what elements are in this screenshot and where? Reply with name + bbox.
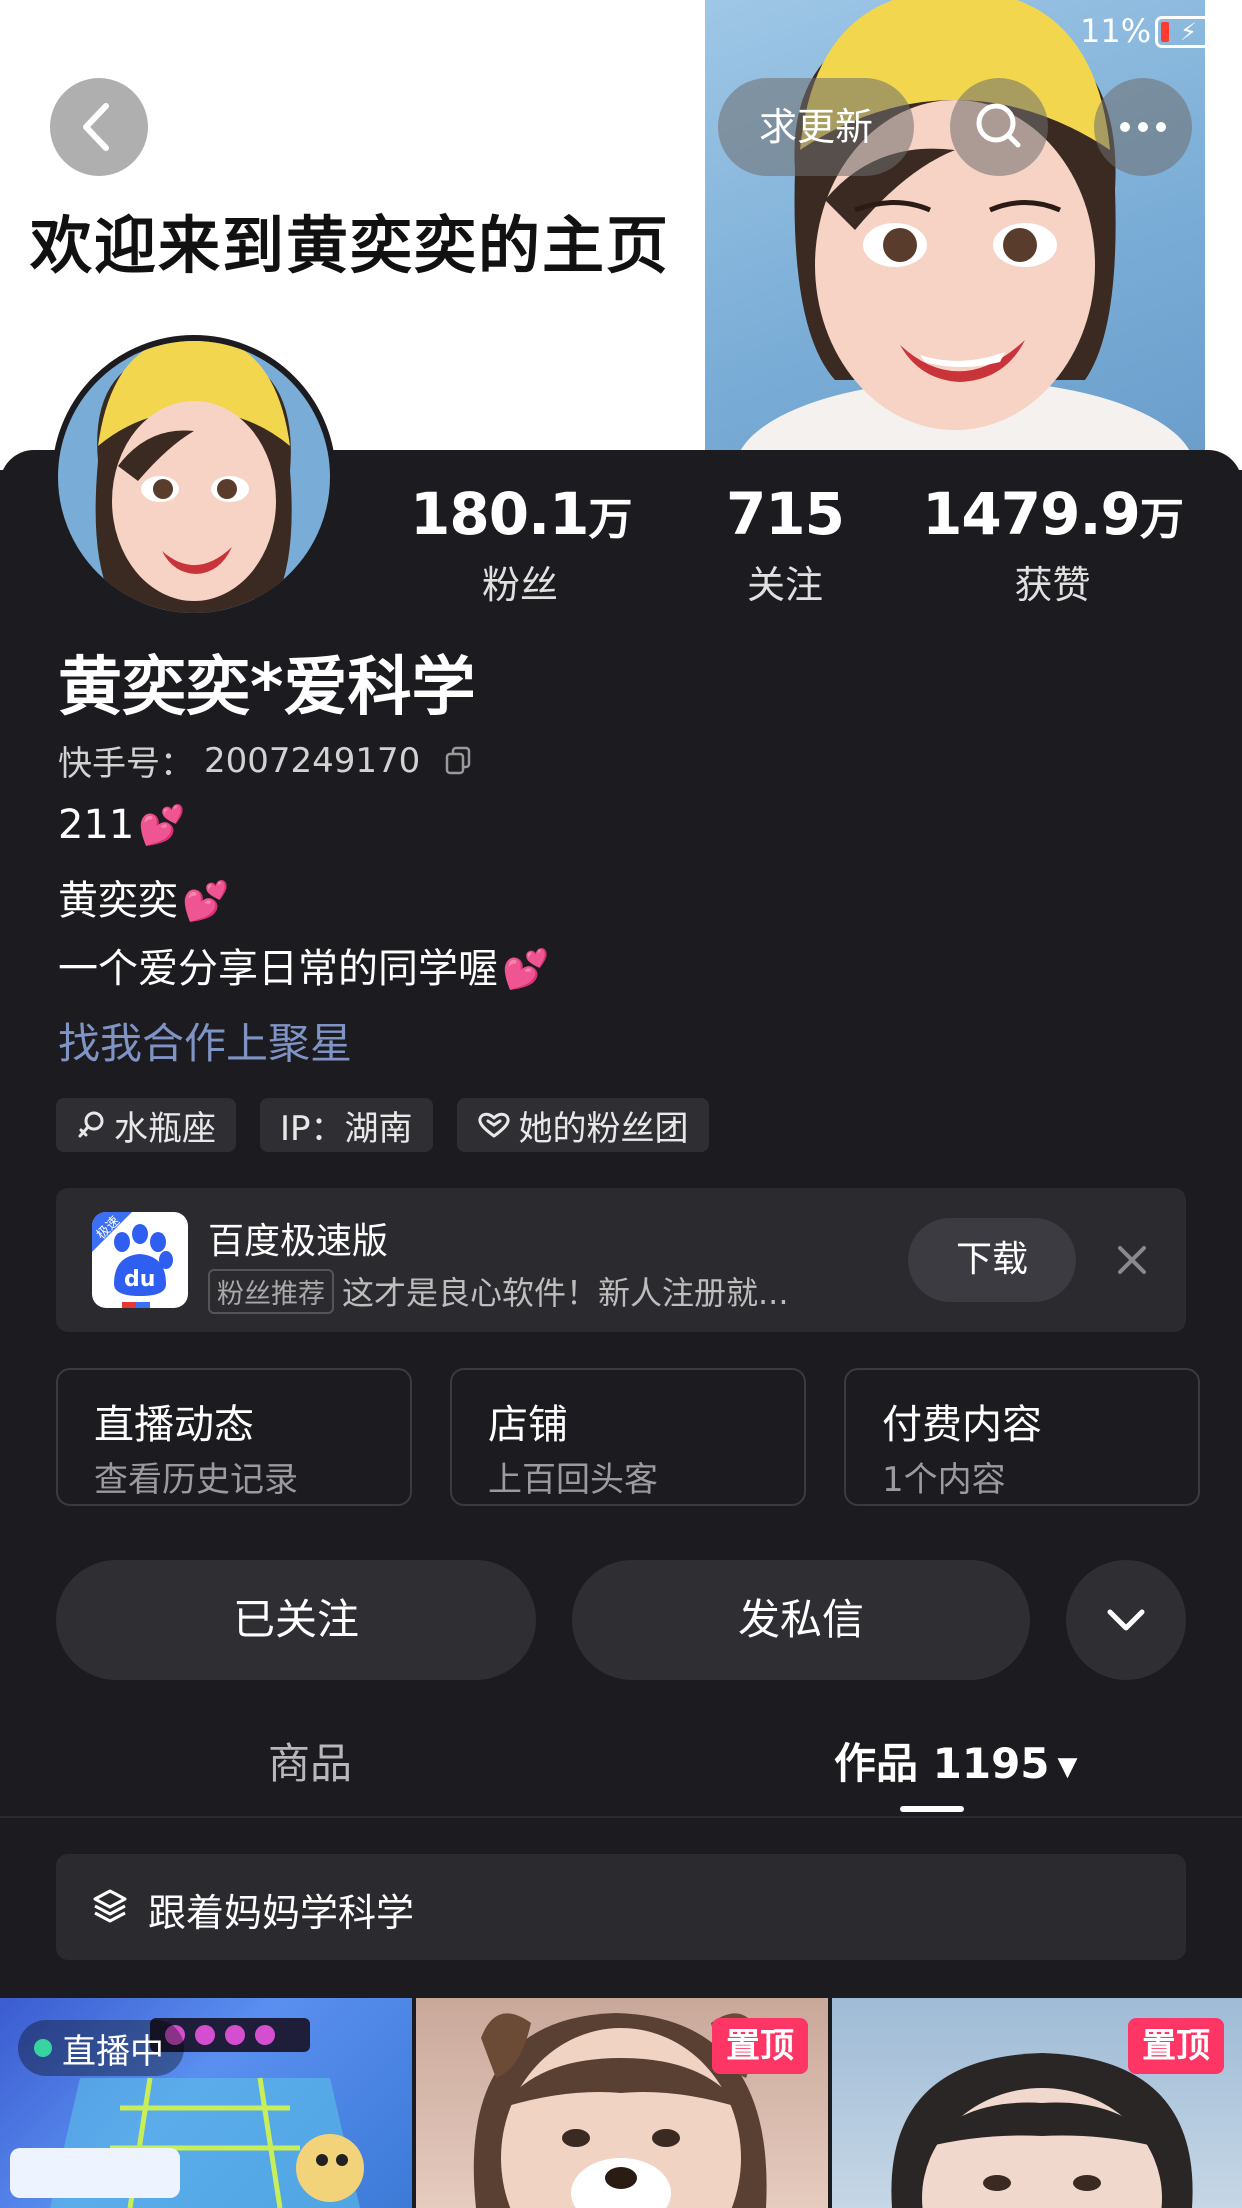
cellular-signal-icon xyxy=(20,18,60,44)
tag-ip-location: IP：湖南 xyxy=(260,1098,433,1152)
divider xyxy=(0,1816,1242,1818)
live-badge-label: 直播中 xyxy=(62,2031,164,2072)
ad-description: 粉丝推荐 这才是良心软件！新人注册就... xyxy=(208,1268,789,1314)
tab-works-label: 作品 1195 xyxy=(834,1739,1050,1788)
video-thumbnail-live[interactable]: 直播中 xyxy=(0,1998,412,2208)
status-bar: 中国移动 22:26 11% ⚡ xyxy=(0,0,1242,62)
likes-count: 1479.9 xyxy=(922,480,1141,548)
cooperation-link[interactable]: 找我合作上聚星 xyxy=(58,1010,352,1071)
cover-banner-text: 欢迎来到黄奕奕的主页 xyxy=(30,209,671,282)
caret-down-icon[interactable]: ▼ xyxy=(1058,1752,1078,1782)
fans-count: 180.1 xyxy=(410,480,589,548)
search-button[interactable] xyxy=(950,78,1048,176)
heart-outline-icon xyxy=(477,1112,510,1138)
tag-label: 她的粉丝团 xyxy=(518,1108,689,1149)
bio-line: 211 💕 xyxy=(58,802,186,848)
battery-icon: ⚡ xyxy=(1155,16,1226,48)
following-count: 715 xyxy=(725,480,845,548)
heart-emoji-icon: 💕 xyxy=(502,947,550,991)
stat-likes[interactable]: 1479.9万 获赞 xyxy=(920,480,1185,609)
tag-zodiac[interactable]: 水瓶座 xyxy=(56,1098,236,1152)
cover-portrait-image xyxy=(705,0,1205,470)
expand-recommendations-button[interactable] xyxy=(1066,1560,1186,1680)
profile-tags: 水瓶座 IP：湖南 她的粉丝团 xyxy=(56,1098,709,1152)
bio-text: 211 xyxy=(58,802,135,848)
tab-active-indicator xyxy=(900,1806,964,1812)
video-thumbnail-pinned[interactable]: 置顶 xyxy=(832,1998,1242,2208)
pinned-badge: 置顶 xyxy=(712,2018,808,2074)
tag-label: 水瓶座 xyxy=(114,1108,216,1149)
send-message-button[interactable]: 发私信 xyxy=(572,1560,1030,1680)
layers-icon xyxy=(93,1889,127,1923)
aquarius-icon xyxy=(78,1111,104,1138)
feature-live-history[interactable]: 直播动态 查看历史记录 xyxy=(56,1368,412,1506)
download-button[interactable]: 下载 xyxy=(908,1218,1076,1302)
tab-goods[interactable]: 商品 xyxy=(268,1730,352,1791)
ad-badge: 粉丝推荐 xyxy=(208,1268,334,1314)
bio-text: 黄奕奕 xyxy=(58,878,178,924)
ad-card[interactable]: 极速 du 百度极速版 粉丝推荐 这才是良心软件！新人注册就... 下载 xyxy=(56,1188,1186,1332)
baidu-app-logo: 极速 du xyxy=(92,1212,188,1308)
stat-following[interactable]: 715 关注 xyxy=(700,480,870,609)
feature-title: 直播动态 xyxy=(94,1402,254,1448)
tab-works[interactable]: 作品 1195 ▼ xyxy=(834,1730,1078,1791)
heart-emoji-icon: 💕 xyxy=(182,879,230,923)
more-options-button[interactable] xyxy=(1094,78,1192,176)
clock-time: 22:26 xyxy=(570,10,679,50)
followed-button[interactable]: 已关注 xyxy=(56,1560,536,1680)
ad-text: 这才是良心软件！新人注册就... xyxy=(342,1274,789,1312)
pinned-badge: 置顶 xyxy=(1128,2018,1224,2074)
feature-paid-content[interactable]: 付费内容 1个内容 xyxy=(844,1368,1200,1506)
tag-fan-club[interactable]: 她的粉丝团 xyxy=(456,1098,709,1152)
feature-subtitle: 1个内容 xyxy=(882,1460,1006,1500)
likes-label: 获赞 xyxy=(1014,563,1091,607)
back-button[interactable] xyxy=(50,78,148,176)
feature-title: 付费内容 xyxy=(882,1402,1042,1448)
tag-label: IP：湖南 xyxy=(280,1108,413,1149)
user-id: 快手号： 2007249170 xyxy=(58,736,472,785)
bio-text: 一个爱分享日常的同学喔 xyxy=(58,946,498,992)
live-badge: 直播中 xyxy=(18,2020,184,2076)
copy-icon[interactable] xyxy=(444,746,472,776)
ad-title: 百度极速版 xyxy=(208,1221,389,1262)
feature-subtitle: 查看历史记录 xyxy=(94,1460,298,1500)
live-dot-icon xyxy=(34,2039,52,2057)
video-thumbnail-pinned[interactable]: 置顶 xyxy=(416,1998,828,2208)
likes-unit: 万 xyxy=(1139,494,1184,545)
more-dots-icon xyxy=(1120,122,1166,132)
feature-shop[interactable]: 店铺 上百回头客 xyxy=(450,1368,806,1506)
carrier-name: 中国移动 xyxy=(85,18,214,56)
bio-line: 黄奕奕 💕 xyxy=(58,868,229,926)
collection-label: 跟着妈妈学科学 xyxy=(148,1891,415,1935)
collection-bar[interactable]: 跟着妈妈学科学 xyxy=(56,1854,1186,1960)
fans-label: 粉丝 xyxy=(481,563,558,607)
bio-line: 一个爱分享日常的同学喔 💕 xyxy=(58,936,549,994)
chevron-down-icon xyxy=(1107,1609,1145,1631)
battery-percent: 11% xyxy=(1080,12,1152,50)
request-update-button[interactable]: 求更新 xyxy=(718,78,914,176)
wifi-icon xyxy=(246,14,290,45)
search-icon xyxy=(976,103,1021,148)
user-id-label: 快手号： xyxy=(58,744,194,784)
feature-subtitle: 上百回头客 xyxy=(488,1460,658,1500)
heart-emoji-icon: 💕 xyxy=(138,803,186,847)
logo-du-text: du xyxy=(124,1267,155,1292)
chevron-left-icon xyxy=(83,103,109,151)
stat-fans[interactable]: 180.1万 粉丝 xyxy=(410,480,632,609)
profile-nickname: 黄奕奕*爱科学 xyxy=(58,651,476,725)
stats-row: 180.1万 粉丝 715 关注 1479.9万 获赞 xyxy=(0,480,1242,610)
feature-title: 店铺 xyxy=(488,1402,568,1448)
close-icon xyxy=(1118,1246,1146,1274)
fans-unit: 万 xyxy=(588,494,632,545)
user-id-value: 2007249170 xyxy=(204,740,421,781)
close-ad-button[interactable] xyxy=(1112,1240,1152,1280)
following-label: 关注 xyxy=(746,563,823,607)
